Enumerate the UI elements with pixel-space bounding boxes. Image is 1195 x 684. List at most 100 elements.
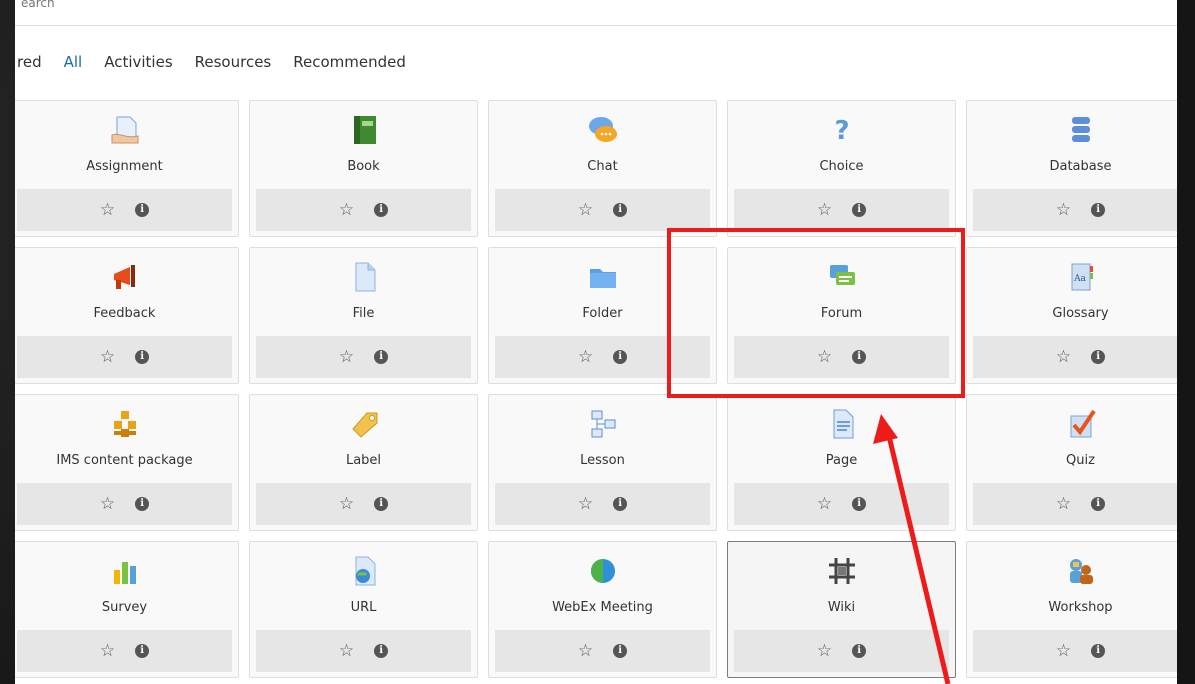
- module-card-footer: ☆ i: [973, 630, 1177, 672]
- survey-icon: [108, 554, 142, 588]
- feedback-icon: [108, 260, 142, 294]
- module-card-footer: ☆ i: [17, 336, 232, 378]
- star-outline-icon[interactable]: ☆: [339, 348, 354, 366]
- star-outline-icon[interactable]: ☆: [578, 348, 593, 366]
- tab-all[interactable]: All: [53, 52, 94, 72]
- svg-text:?: ?: [834, 116, 849, 146]
- module-card-footer: ☆ i: [256, 189, 471, 231]
- info-icon[interactable]: i: [613, 644, 628, 658]
- module-card-page[interactable]: Page ☆ i: [727, 394, 956, 531]
- star-outline-icon[interactable]: ☆: [339, 201, 354, 219]
- module-card-footer: ☆ i: [17, 483, 232, 525]
- module-card-assignment[interactable]: Assignment ☆ i: [15, 100, 239, 237]
- star-outline-icon[interactable]: ☆: [578, 642, 593, 660]
- svg-text:Aa: Aa: [1073, 274, 1086, 284]
- module-card-footer: ☆ i: [17, 630, 232, 672]
- module-card-chat[interactable]: Chat ☆ i: [488, 100, 717, 237]
- module-card-ims-content-package[interactable]: IMS content package ☆ i: [15, 394, 239, 531]
- star-outline-icon[interactable]: ☆: [1056, 642, 1071, 660]
- star-outline-icon[interactable]: ☆: [1056, 495, 1071, 513]
- star-outline-icon[interactable]: ☆: [578, 495, 593, 513]
- search-bar[interactable]: earch: [15, 0, 1177, 26]
- module-card-footer: ☆ i: [734, 483, 949, 525]
- module-name: Assignment: [86, 159, 163, 174]
- module-card-footer: ☆ i: [17, 189, 232, 231]
- page-icon: [825, 407, 859, 441]
- info-icon[interactable]: i: [1091, 203, 1106, 217]
- info-icon[interactable]: i: [374, 497, 389, 511]
- module-card-footer: ☆ i: [256, 630, 471, 672]
- star-outline-icon[interactable]: ☆: [100, 201, 115, 219]
- module-name: Wiki: [827, 600, 856, 615]
- star-outline-icon[interactable]: ☆: [339, 642, 354, 660]
- module-card-choice[interactable]: ? Choice ☆ i: [727, 100, 956, 237]
- info-icon[interactable]: i: [1091, 350, 1106, 364]
- star-outline-icon[interactable]: ☆: [100, 495, 115, 513]
- module-card-url[interactable]: URL ☆ i: [249, 541, 478, 678]
- info-icon[interactable]: i: [135, 203, 150, 217]
- info-icon[interactable]: i: [1091, 497, 1106, 511]
- star-outline-icon[interactable]: ☆: [1056, 201, 1071, 219]
- module-card-feedback[interactable]: Feedback ☆ i: [15, 247, 239, 384]
- info-icon[interactable]: i: [135, 644, 150, 658]
- module-card-wiki[interactable]: Wiki ☆ i: [727, 541, 956, 678]
- module-name: Lesson: [580, 453, 625, 468]
- info-icon[interactable]: i: [1091, 644, 1106, 658]
- tab-starred[interactable]: red: [15, 52, 53, 72]
- module-name: WebEx Meeting: [552, 600, 653, 615]
- module-name: URL: [350, 600, 377, 615]
- info-icon[interactable]: i: [613, 497, 628, 511]
- tab-resources[interactable]: Resources: [184, 52, 283, 72]
- module-name: Choice: [819, 159, 864, 174]
- ims-package-icon: [108, 407, 142, 441]
- module-card-forum[interactable]: Forum ☆ i: [727, 247, 956, 384]
- module-card-workshop[interactable]: Workshop ☆ i: [966, 541, 1177, 678]
- info-icon[interactable]: i: [852, 203, 867, 217]
- assignment-icon: [108, 113, 142, 147]
- star-outline-icon[interactable]: ☆: [817, 201, 832, 219]
- module-card-footer: ☆ i: [973, 189, 1177, 231]
- star-outline-icon[interactable]: ☆: [578, 201, 593, 219]
- module-name: Quiz: [1066, 453, 1095, 468]
- info-icon[interactable]: i: [135, 497, 150, 511]
- tab-recommended[interactable]: Recommended: [282, 52, 417, 72]
- info-icon[interactable]: i: [852, 644, 867, 658]
- module-card-footer: ☆ i: [495, 189, 710, 231]
- info-icon[interactable]: i: [374, 203, 389, 217]
- module-card-file[interactable]: File ☆ i: [249, 247, 478, 384]
- star-outline-icon[interactable]: ☆: [339, 495, 354, 513]
- module-card-survey[interactable]: Survey ☆ i: [15, 541, 239, 678]
- module-card-footer: ☆ i: [256, 336, 471, 378]
- info-icon[interactable]: i: [135, 350, 150, 364]
- tab-activities[interactable]: Activities: [93, 52, 183, 72]
- star-outline-icon[interactable]: ☆: [817, 495, 832, 513]
- module-card-quiz[interactable]: Quiz ☆ i: [966, 394, 1177, 531]
- wiki-icon: [825, 554, 859, 588]
- module-card-label[interactable]: Label ☆ i: [249, 394, 478, 531]
- info-icon[interactable]: i: [852, 350, 867, 364]
- module-name: Feedback: [93, 306, 156, 321]
- module-card-book[interactable]: Book ☆ i: [249, 100, 478, 237]
- info-icon[interactable]: i: [613, 350, 628, 364]
- module-card-lesson[interactable]: Lesson ☆ i: [488, 394, 717, 531]
- glossary-icon: Aa: [1064, 260, 1098, 294]
- star-outline-icon[interactable]: ☆: [100, 642, 115, 660]
- module-name: Forum: [820, 306, 863, 321]
- module-card-glossary[interactable]: Aa Glossary ☆ i: [966, 247, 1177, 384]
- star-outline-icon[interactable]: ☆: [817, 642, 832, 660]
- module-card-footer: ☆ i: [734, 630, 949, 672]
- info-icon[interactable]: i: [613, 203, 628, 217]
- info-icon[interactable]: i: [374, 644, 389, 658]
- star-outline-icon[interactable]: ☆: [100, 348, 115, 366]
- module-name: Survey: [101, 600, 148, 615]
- module-card-footer: ☆ i: [973, 483, 1177, 525]
- info-icon[interactable]: i: [852, 497, 867, 511]
- module-card-database[interactable]: Database ☆ i: [966, 100, 1177, 237]
- module-name: Label: [345, 453, 382, 468]
- module-card-folder[interactable]: Folder ☆ i: [488, 247, 717, 384]
- star-outline-icon[interactable]: ☆: [817, 348, 832, 366]
- module-card-webex-meeting[interactable]: WebEx Meeting ☆ i: [488, 541, 717, 678]
- star-outline-icon[interactable]: ☆: [1056, 348, 1071, 366]
- label-icon: [347, 407, 381, 441]
- info-icon[interactable]: i: [374, 350, 389, 364]
